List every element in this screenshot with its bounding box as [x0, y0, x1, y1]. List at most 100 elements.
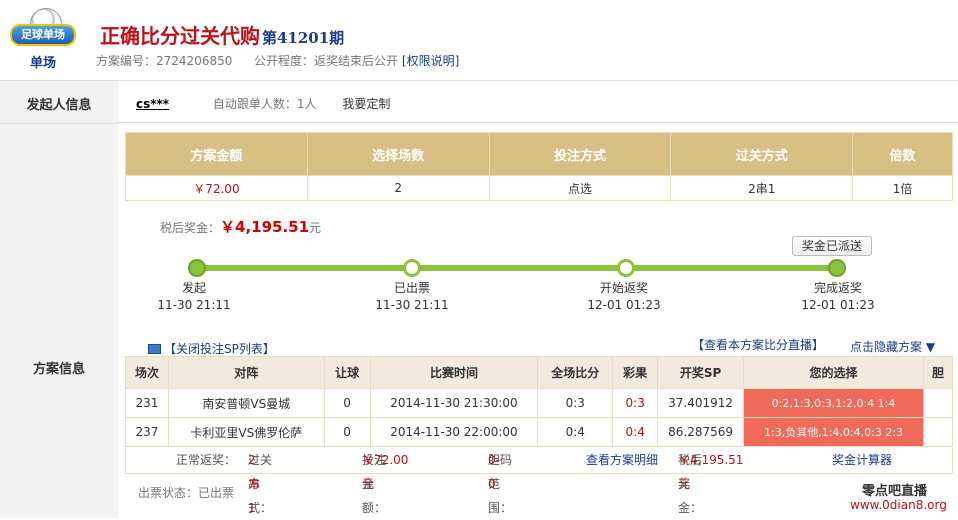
step-time: 11-30 21:11: [157, 298, 231, 312]
lottery-logo: 足球单场 单场: [6, 6, 84, 72]
multiple-value: 1倍: [852, 175, 953, 201]
step-start-payout: 开始返奖 12-01 01:23: [574, 280, 674, 314]
banker-range-value: 0-0: [488, 453, 500, 491]
step-name: 开始返奖: [599, 281, 648, 295]
visibility-value: 返奖结束后公开: [314, 54, 399, 68]
summary-table: 方案金额 选择场数 投注方式 过关方式 倍数 ￥72.00 2 点选 2串1 1…: [125, 132, 953, 201]
page-title: 正确比分过关代购 第41201期: [100, 20, 344, 49]
banker: [922, 388, 954, 418]
full-score: 0:3: [537, 388, 614, 418]
dispatched-badge: 奖金已派送: [792, 236, 872, 256]
divider: [118, 80, 958, 81]
permission-link[interactable]: [权限说明]: [402, 54, 459, 68]
bonus-calculator-link[interactable]: 奖金计算器: [832, 448, 892, 472]
col-amount: 方案金额: [125, 132, 308, 176]
normal-payout-label: 正常返奖：: [176, 453, 237, 467]
step-dot: [617, 259, 635, 277]
result: 0:4: [612, 417, 659, 447]
divider: [118, 122, 958, 123]
auto-follow-count: 自动跟单人数：1人: [212, 97, 317, 111]
col-your-choice: 您的选择: [743, 356, 924, 389]
visibility-label: 公开程度：: [254, 54, 315, 68]
step-initiate: 发起 11-30 21:11: [144, 280, 244, 314]
toggle-sp-list[interactable]: 【关闭投注SP列表】: [148, 340, 275, 357]
match-time: 2014-11-30 22:00:00: [369, 417, 539, 447]
matchup: 南安普顿VS曼城: [167, 388, 325, 418]
summary-value-row: ￥72.00 2 点选 2串1 1倍: [125, 175, 953, 201]
your-choice: 0:2,1:3,0:3,1:2,0:4 1:4: [743, 388, 924, 418]
title-text: 正确比分过关代购: [100, 24, 260, 48]
custom-link[interactable]: 我要定制: [342, 97, 390, 111]
table-header-row: 场次 对阵 让球 比赛时间 全场比分 彩果 开奖SP 您的选择 胆: [125, 356, 954, 389]
plan-detail-link[interactable]: 查看方案明细: [586, 448, 658, 472]
period-number: 第41201期: [262, 29, 345, 47]
progress-track: [196, 265, 838, 271]
watermark-url: www.0dian8.org: [850, 498, 947, 512]
col-handicap: 让球: [323, 356, 371, 389]
bet-amount-value: ￥72.00元: [362, 453, 409, 491]
bet-type-value: 点选: [488, 175, 672, 201]
table-row: 231 南安普顿VS曼城 0 2014-11-30 21:30:00 0:3 0…: [125, 388, 954, 418]
initiator-user-link[interactable]: cs***: [136, 97, 169, 111]
col-match-time: 比赛时间: [369, 356, 539, 389]
plan-no-label: 方案编号：: [96, 54, 157, 68]
summary-header-row: 方案金额 选择场数 投注方式 过关方式 倍数: [125, 132, 953, 176]
table-row: 237 卡利亚里VS佛罗伦萨 0 2014-11-30 22:00:00 0:4…: [125, 417, 954, 447]
watermark-title: 零点吧直播: [862, 484, 928, 499]
payout-summary: 正常返奖： 过关方式： 2串1 投注金额： ￥72.00元 胆码范围： 0-0 查看方…: [125, 448, 953, 515]
plan-meta: 方案编号：2724206850 公开程度：返奖结束后公开 [权限说明]: [96, 52, 459, 69]
divider: [0, 123, 118, 124]
step-time: 12-01 01:23: [801, 298, 875, 312]
after-tax-value: ￥4,195.51元: [678, 453, 744, 491]
matchup: 卡利亚里VS佛罗伦萨: [167, 417, 325, 447]
your-choice: 1:3,负其他,1:4,0:4,0:3 2:3: [743, 417, 924, 447]
plan-label: 方案信息: [32, 362, 85, 377]
amount-value: ￥72.00: [125, 175, 308, 201]
live-score-link[interactable]: 【查看本方案比分直播】: [692, 336, 824, 353]
col-match-count: 选择场数: [306, 132, 490, 176]
label-column: [0, 80, 118, 518]
col-pass-type: 过关方式: [670, 132, 854, 176]
step-dot-done: [188, 259, 206, 277]
step-name: 发起: [181, 281, 206, 295]
logo-text: 足球单场: [21, 28, 65, 41]
step-dot: [403, 259, 421, 277]
logo-sub: 单场: [30, 56, 57, 71]
handicap: 0: [323, 417, 371, 447]
step-dot-done: [828, 259, 846, 277]
banker: [922, 417, 954, 447]
match-time: 2014-11-30 21:30:00: [369, 388, 539, 418]
initiator-info: cs*** 自动跟单人数：1人 我要定制: [136, 95, 390, 112]
sp-value: 37.401912: [657, 388, 745, 418]
match-no: 237: [125, 417, 169, 447]
step-time: 11-30 21:11: [375, 298, 449, 312]
match-count-value: 2: [306, 175, 490, 201]
step-ticketed: 已出票 11-30 21:11: [362, 280, 462, 314]
col-result: 彩果: [612, 356, 659, 389]
pass-type-value: 2串1: [670, 175, 854, 201]
toggle-sp-label[interactable]: 【关闭投注SP列表】: [164, 342, 275, 356]
step-name: 已出票: [393, 281, 430, 295]
initiator-label: 发起人信息: [26, 98, 92, 113]
pass-type-value: 2串1: [248, 453, 261, 515]
handicap: 0: [323, 388, 371, 418]
col-matchup: 对阵: [167, 356, 325, 389]
page-header: 足球单场 单场 正确比分过关代购 第41201期 方案编号：2724206850 …: [0, 0, 958, 80]
sp-value: 86.287569: [657, 417, 745, 447]
full-score: 0:4: [537, 417, 614, 447]
col-full-score: 全场比分: [537, 356, 614, 389]
col-multiple: 倍数: [852, 132, 953, 176]
step-name: 完成返奖: [813, 281, 862, 295]
step-finish-payout: 完成返奖 12-01 01:23: [788, 280, 888, 314]
col-match-no: 场次: [125, 356, 169, 389]
match-no: 231: [125, 388, 169, 418]
bonus-unit: 元: [309, 221, 322, 235]
bonus-amount: ￥4,195.51: [220, 218, 310, 236]
result: 0:3: [612, 388, 659, 418]
bonus-label: 税后奖金：: [160, 221, 221, 235]
col-bet-type: 投注方式: [488, 132, 672, 176]
plan-no: 2724206850: [156, 54, 233, 68]
hide-plan-link[interactable]: 点击隐藏方案 ▼: [850, 338, 935, 355]
step-time: 12-01 01:23: [587, 298, 661, 312]
folder-icon: [148, 344, 161, 354]
